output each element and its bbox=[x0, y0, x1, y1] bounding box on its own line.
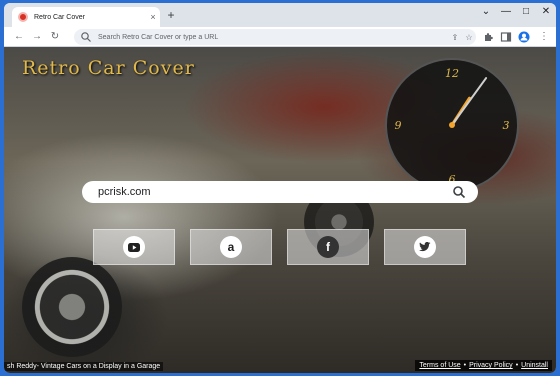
tab-favicon-icon bbox=[18, 12, 28, 22]
page-title: Retro Car Cover bbox=[22, 57, 195, 79]
browser-toolbar: ← → ↻ Search Retro Car Cover or type a U… bbox=[4, 27, 556, 47]
privacy-policy-link[interactable]: Privacy Policy bbox=[469, 362, 513, 369]
shortcut-tile-twitter[interactable] bbox=[384, 229, 466, 265]
clock-numeral-12: 12 bbox=[445, 67, 459, 80]
search-icon[interactable] bbox=[452, 185, 466, 199]
address-placeholder: Search Retro Car Cover or type a URL bbox=[98, 33, 219, 41]
tab-close-button[interactable]: × bbox=[146, 12, 160, 22]
footer-links: Terms of Use • Privacy Policy • Uninstal… bbox=[415, 360, 552, 371]
analog-clock: 12 3 6 9 bbox=[385, 58, 519, 192]
clock-numeral-9: 9 bbox=[395, 119, 402, 132]
photo-credit: sh Reddy- Vintage Cars on a Display in a… bbox=[4, 362, 164, 371]
tab-title: Retro Car Cover bbox=[34, 13, 85, 21]
minimize-button[interactable]: — bbox=[498, 6, 514, 17]
new-tab-button[interactable]: + bbox=[164, 8, 178, 22]
facebook-icon: f bbox=[317, 236, 339, 258]
reload-button[interactable]: ↻ bbox=[48, 30, 62, 44]
background-car-wheel bbox=[22, 257, 122, 357]
chevron-down-icon[interactable]: ⌄ bbox=[478, 6, 494, 17]
share-icon[interactable]: ⇪ bbox=[448, 33, 462, 42]
close-window-button[interactable]: ✕ bbox=[538, 6, 554, 17]
footer-separator: • bbox=[515, 362, 519, 369]
clock-center bbox=[449, 122, 455, 128]
amazon-icon: a bbox=[220, 236, 242, 258]
uninstall-link[interactable]: Uninstall bbox=[521, 362, 548, 369]
shortcut-tile-youtube[interactable] bbox=[93, 229, 175, 265]
facebook-glyph: f bbox=[326, 240, 330, 254]
browser-window: Retro Car Cover × + ⌄ — □ ✕ ← → ↻ Search… bbox=[4, 3, 556, 373]
tab-strip: Retro Car Cover × + ⌄ — □ ✕ bbox=[4, 3, 556, 27]
back-button[interactable]: ← bbox=[12, 30, 26, 44]
tab-retro-car-cover[interactable]: Retro Car Cover × bbox=[12, 7, 160, 27]
twitter-icon bbox=[414, 236, 436, 258]
shortcut-tile-facebook[interactable]: f bbox=[287, 229, 369, 265]
star-icon[interactable]: ☆ bbox=[462, 33, 476, 42]
footer-separator: • bbox=[463, 362, 467, 369]
search-bar[interactable]: pcrisk.com bbox=[82, 181, 478, 203]
side-panel-icon[interactable] bbox=[500, 31, 512, 43]
address-bar[interactable]: Search Retro Car Cover or type a URL ⇪ ☆ bbox=[74, 29, 476, 45]
menu-icon[interactable]: ⋮ bbox=[537, 30, 551, 44]
shortcut-tile-amazon[interactable]: a bbox=[190, 229, 272, 265]
search-icon bbox=[81, 32, 91, 42]
profile-avatar-icon[interactable] bbox=[518, 31, 530, 43]
maximize-button[interactable]: □ bbox=[518, 6, 534, 17]
youtube-icon bbox=[123, 236, 145, 258]
new-tab-page: Retro Car Cover 12 3 6 9 pcrisk.com a f … bbox=[4, 47, 556, 373]
amazon-glyph: a bbox=[227, 240, 235, 254]
terms-of-use-link[interactable]: Terms of Use bbox=[419, 362, 460, 369]
clock-numeral-3: 3 bbox=[503, 119, 510, 132]
extensions-icon[interactable] bbox=[482, 31, 494, 43]
search-input[interactable]: pcrisk.com bbox=[98, 186, 452, 198]
forward-button[interactable]: → bbox=[30, 30, 44, 44]
